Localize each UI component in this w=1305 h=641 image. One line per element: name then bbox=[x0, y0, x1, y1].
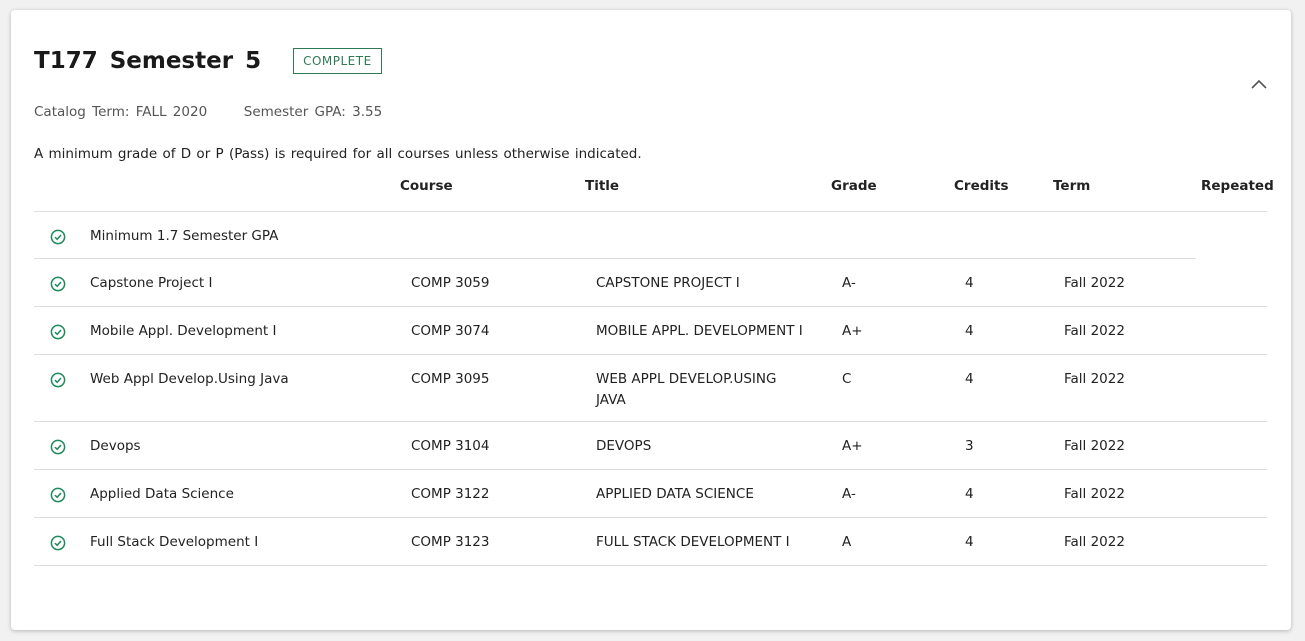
course-term: Fall 2022 bbox=[1064, 371, 1125, 387]
column-header-repeated: Repeated bbox=[1201, 178, 1274, 194]
gpa-label: Semester GPA: bbox=[243, 104, 346, 120]
semester-meta: Catalog Term: FALL 2020 Semester GPA: 3.… bbox=[34, 104, 382, 120]
course-credits: 4 bbox=[965, 323, 974, 339]
check-circle-icon bbox=[50, 535, 66, 551]
course-grade: A bbox=[842, 534, 852, 550]
course-title: FULL STACK DEVELOPMENT I bbox=[596, 534, 790, 550]
course-title: DEVOPS bbox=[596, 438, 652, 454]
course-name: Full Stack Development I bbox=[90, 534, 259, 550]
page-title: T177 Semester 5 bbox=[34, 48, 262, 74]
course-grade: A+ bbox=[842, 323, 863, 339]
course-code: COMP 3095 bbox=[411, 371, 490, 387]
table-row: Web Appl Develop.Using Java COMP 3095 WE… bbox=[34, 355, 1267, 422]
course-name: Web Appl Develop.Using Java bbox=[90, 371, 289, 387]
gpa-requirement-row: Minimum 1.7 Semester GPA bbox=[34, 212, 1267, 259]
course-credits: 4 bbox=[965, 275, 974, 291]
check-circle-icon bbox=[50, 439, 66, 455]
column-header-term: Term bbox=[1053, 178, 1091, 194]
column-header-credits: Credits bbox=[954, 178, 1009, 194]
course-code: COMP 3104 bbox=[411, 438, 490, 454]
course-code: COMP 3122 bbox=[411, 486, 490, 502]
check-circle-icon bbox=[50, 324, 66, 340]
course-grade: A- bbox=[842, 275, 856, 291]
course-credits: 4 bbox=[965, 486, 974, 502]
column-header-title: Title bbox=[585, 178, 620, 194]
title-row: T177 Semester 5 COMPLETE bbox=[34, 48, 382, 74]
column-header-grade: Grade bbox=[831, 178, 877, 194]
course-title: APPLIED DATA SCIENCE bbox=[596, 486, 754, 502]
course-term: Fall 2022 bbox=[1064, 486, 1125, 502]
semester-card: T177 Semester 5 COMPLETE Catalog Term: F… bbox=[11, 10, 1291, 630]
chevron-up-icon bbox=[1251, 79, 1267, 89]
course-title: CAPSTONE PROJECT I bbox=[596, 275, 740, 291]
column-header-course: Course bbox=[400, 178, 453, 194]
collapse-button[interactable] bbox=[1248, 73, 1270, 95]
course-title: WEB APPL DEVELOP.USING JAVA bbox=[596, 371, 777, 408]
requirement-label: Minimum 1.7 Semester GPA bbox=[90, 228, 279, 244]
table-row: Applied Data Science COMP 3122 APPLIED D… bbox=[34, 470, 1267, 518]
course-name: Devops bbox=[90, 438, 141, 454]
course-grade: C bbox=[842, 371, 852, 387]
course-term: Fall 2022 bbox=[1064, 534, 1125, 550]
check-circle-icon bbox=[50, 229, 66, 245]
course-credits: 3 bbox=[965, 438, 974, 454]
check-circle-icon bbox=[50, 487, 66, 503]
course-name: Applied Data Science bbox=[90, 486, 234, 502]
course-code: COMP 3123 bbox=[411, 534, 490, 550]
course-title: MOBILE APPL. DEVELOPMENT I bbox=[596, 323, 803, 339]
course-term: Fall 2022 bbox=[1064, 323, 1125, 339]
course-grade: A- bbox=[842, 486, 856, 502]
course-code: COMP 3074 bbox=[411, 323, 490, 339]
gpa-value: 3.55 bbox=[352, 104, 383, 120]
table-row: Capstone Project I COMP 3059 CAPSTONE PR… bbox=[34, 259, 1267, 307]
catalog-term-label: Catalog Term: bbox=[34, 104, 130, 120]
table-row: Full Stack Development I COMP 3123 FULL … bbox=[34, 518, 1267, 566]
status-badge: COMPLETE bbox=[293, 48, 382, 74]
check-circle-icon bbox=[50, 372, 66, 388]
course-credits: 4 bbox=[965, 371, 974, 387]
catalog-term-value: FALL 2020 bbox=[135, 104, 208, 120]
courses-table: Course Title Grade Credits Term Repeated… bbox=[34, 178, 1274, 566]
course-code: COMP 3059 bbox=[411, 275, 490, 291]
table-header: Course Title Grade Credits Term Repeated bbox=[34, 178, 1274, 212]
course-credits: 4 bbox=[965, 534, 974, 550]
table-row: Devops COMP 3104 DEVOPS A+ 3 Fall 2022 bbox=[34, 422, 1267, 470]
course-name: Capstone Project I bbox=[90, 275, 213, 291]
course-term: Fall 2022 bbox=[1064, 438, 1125, 454]
course-term: Fall 2022 bbox=[1064, 275, 1125, 291]
grade-notice: A minimum grade of D or P (Pass) is requ… bbox=[34, 146, 642, 162]
course-grade: A+ bbox=[842, 438, 863, 454]
course-name: Mobile Appl. Development I bbox=[90, 323, 277, 339]
table-row: Mobile Appl. Development I COMP 3074 MOB… bbox=[34, 307, 1267, 355]
check-circle-icon bbox=[50, 276, 66, 292]
